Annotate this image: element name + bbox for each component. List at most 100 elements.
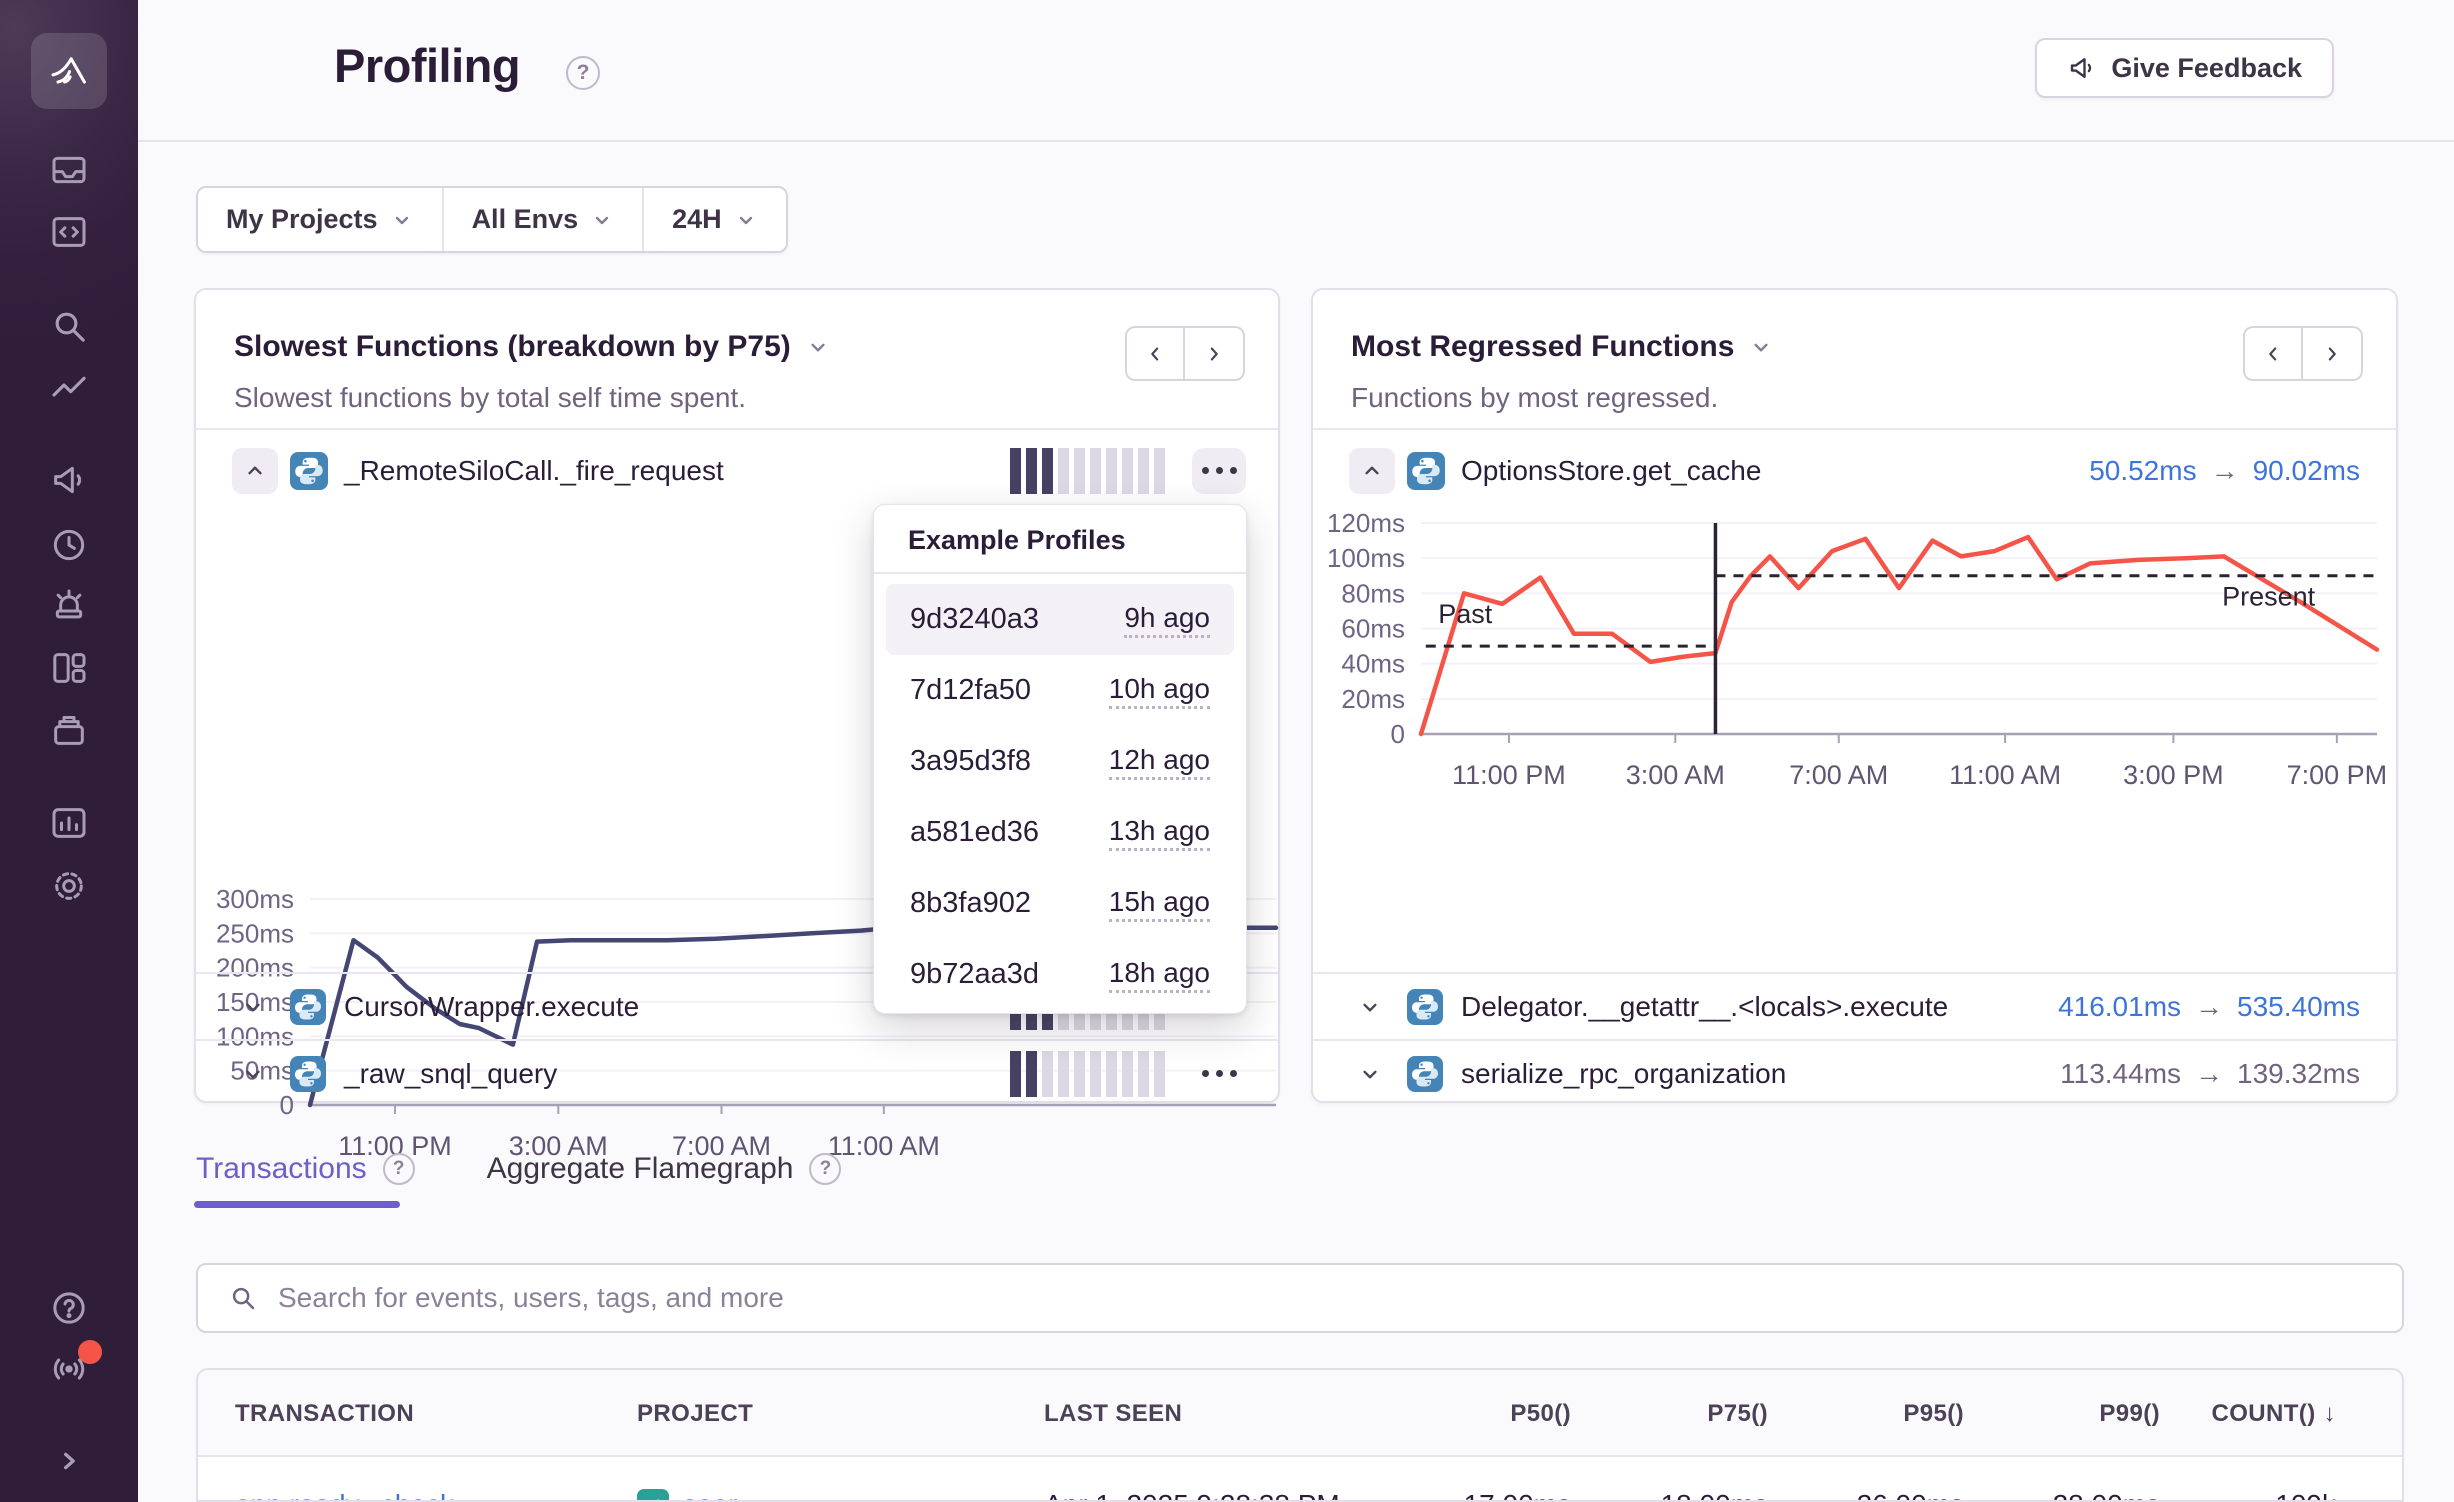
more-options-button[interactable] (1192, 448, 1246, 494)
example-profiles-dropdown: Example Profiles 9d3240a3 9h ago 7d12fa5… (873, 504, 1247, 1014)
svg-text:120ms: 120ms (1327, 508, 1405, 538)
chevron-down-icon (805, 334, 831, 360)
more-options-button[interactable] (1192, 1051, 1246, 1097)
help-icon[interactable] (45, 1284, 93, 1332)
after-value[interactable]: 90.02ms (2253, 455, 2360, 487)
settings-icon[interactable] (45, 862, 93, 910)
explore-icon[interactable] (45, 208, 93, 256)
flamegraph-help-icon[interactable]: ? (809, 1153, 841, 1185)
profile-item[interactable]: 8b3fa902 15h ago (886, 868, 1234, 939)
sidebar (0, 0, 138, 1502)
after-value[interactable]: 535.40ms (2237, 991, 2360, 1023)
chevron-down-icon (734, 208, 758, 232)
before-value[interactable]: 50.52ms (2089, 455, 2196, 487)
after-value[interactable]: 139.32ms (2237, 1058, 2360, 1090)
most-regressed-title-select[interactable]: Most Regressed Functions (1351, 330, 1774, 364)
python-icon (290, 1056, 326, 1092)
count-value: 109k (2150, 1457, 2336, 1502)
table-row[interactable]: app.ready._check seer Apr 1, 2025 9:28:3… (198, 1457, 2402, 1502)
svg-text:80ms: 80ms (1341, 578, 1405, 608)
svg-text:250ms: 250ms (216, 918, 294, 948)
collapse-row-button[interactable] (1349, 448, 1395, 494)
alerts-icon[interactable] (45, 582, 93, 630)
search-icon[interactable] (45, 302, 93, 350)
before-value[interactable]: 113.44ms (2060, 1058, 2181, 1090)
replays-icon[interactable] (45, 521, 93, 569)
sentry-logo[interactable] (31, 33, 107, 109)
profiling-help-icon[interactable]: ? (566, 56, 600, 90)
before-value[interactable]: 416.01ms (2058, 991, 2181, 1023)
column-count[interactable]: COUNT() ↓ (2150, 1370, 2336, 1457)
tab-aggregate-flamegraph[interactable]: Aggregate Flamegraph ? (487, 1152, 842, 1186)
panel-title: Most Regressed Functions (1351, 330, 1734, 364)
p95-value: 26.00ms (1764, 1457, 1964, 1502)
svg-text:3:00 PM: 3:00 PM (2123, 760, 2224, 790)
python-icon (1407, 989, 1443, 1025)
transactions-help-icon[interactable]: ? (383, 1153, 415, 1185)
collapse-icon[interactable] (45, 1437, 93, 1485)
next-page-button[interactable] (1185, 326, 1245, 381)
next-page-button[interactable] (2303, 326, 2363, 381)
slowest-functions-title-select[interactable]: Slowest Functions (breakdown by P75) (234, 330, 831, 364)
column-p75[interactable]: P75() (1568, 1370, 1768, 1457)
function-row: OptionsStore.get_cache 50.52ms → 90.02ms (1313, 428, 2396, 511)
profile-item[interactable]: 9d3240a3 9h ago (886, 584, 1234, 655)
transaction-link[interactable]: app.ready._check (235, 1489, 454, 1502)
collapse-row-button[interactable] (232, 448, 278, 494)
function-name[interactable]: _raw_snql_query (344, 1058, 557, 1090)
project-filter[interactable]: My Projects (198, 188, 442, 251)
profile-item[interactable]: 3a95d3f8 12h ago (886, 726, 1234, 797)
column-p95[interactable]: P95() (1764, 1370, 1964, 1457)
column-last-seen[interactable]: LAST SEEN (1044, 1370, 1182, 1457)
svg-text:300ms: 300ms (216, 884, 294, 914)
svg-text:11:00 AM: 11:00 AM (828, 1131, 940, 1161)
expand-row-button[interactable] (240, 994, 266, 1020)
panel-subtitle: Slowest functions by total self time spe… (234, 382, 746, 414)
search-icon (228, 1283, 258, 1313)
profile-age: 18h ago (1109, 957, 1210, 993)
previous-page-button[interactable] (2243, 326, 2303, 381)
profile-item[interactable]: a581ed36 13h ago (886, 797, 1234, 868)
transactions-table: TRANSACTION PROJECT LAST SEEN P50() P75(… (196, 1368, 2404, 1502)
column-p50[interactable]: P50() (1371, 1370, 1571, 1457)
function-name[interactable]: serialize_rpc_organization (1461, 1058, 1786, 1090)
expand-row-button[interactable] (1357, 1061, 1383, 1087)
column-project[interactable]: PROJECT (637, 1370, 753, 1457)
profile-id: 8b3fa902 (910, 887, 1031, 920)
column-p99[interactable]: P99() (1960, 1370, 2160, 1457)
profile-item[interactable]: 7d12fa50 10h ago (886, 655, 1234, 726)
expand-row-button[interactable] (1357, 994, 1383, 1020)
function-name[interactable]: _RemoteSiloCall._fire_request (344, 455, 724, 487)
issues-icon[interactable] (45, 146, 93, 194)
function-name[interactable]: CursorWrapper.execute (344, 991, 639, 1023)
seer-project-icon (637, 1489, 669, 1502)
tab-transactions[interactable]: Transactions ? (196, 1152, 415, 1186)
regression-values: 416.01ms → 535.40ms (2058, 991, 2360, 1023)
releases-icon[interactable] (45, 706, 93, 754)
give-feedback-button[interactable]: Give Feedback (2035, 38, 2334, 98)
stats-icon[interactable] (45, 799, 93, 847)
column-transaction[interactable]: TRANSACTION (235, 1370, 414, 1457)
project-cell[interactable]: seer (637, 1489, 737, 1502)
search-input[interactable] (278, 1282, 2372, 1314)
expand-row-button[interactable] (240, 1061, 266, 1087)
date-range-filter[interactable]: 24H (644, 188, 786, 251)
feedback-icon[interactable] (45, 456, 93, 504)
chevron-down-icon (590, 208, 614, 232)
profile-item[interactable]: 9b72aa3d 18h ago (886, 939, 1234, 1010)
search-bar (196, 1263, 2404, 1333)
regressed-pager (2243, 326, 2363, 381)
page-title: Profiling (334, 38, 520, 93)
svg-text:100ms: 100ms (1327, 543, 1405, 573)
svg-text:Past: Past (1438, 599, 1493, 629)
function-name[interactable]: OptionsStore.get_cache (1461, 455, 1761, 487)
python-icon (290, 989, 326, 1025)
dashboards-icon[interactable] (45, 644, 93, 692)
function-name[interactable]: Delegator.__getattr__.<locals>.execute (1461, 991, 1948, 1023)
chevron-down-icon (1748, 334, 1774, 360)
svg-text:11:00 PM: 11:00 PM (1452, 760, 1566, 790)
previous-page-button[interactable] (1125, 326, 1185, 381)
traces-icon[interactable] (45, 366, 93, 414)
profile-id: 9d3240a3 (910, 603, 1039, 636)
environment-filter[interactable]: All Envs (444, 188, 643, 251)
